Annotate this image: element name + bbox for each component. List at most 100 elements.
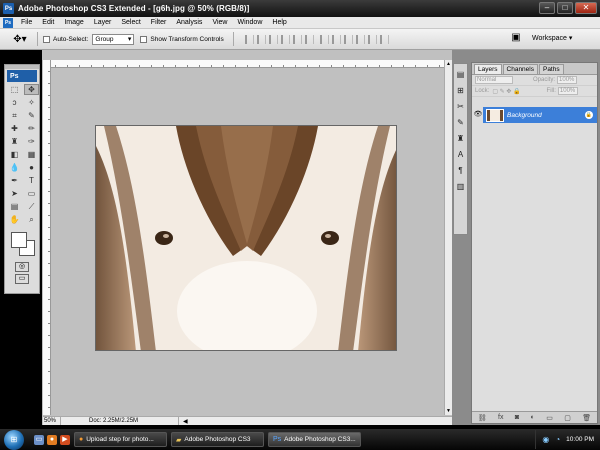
maximize-button[interactable]: □ (557, 2, 573, 14)
menu-file[interactable]: File (16, 19, 37, 26)
layer-mask-icon[interactable]: ◙ (515, 414, 519, 421)
taskbar-item-folder[interactable]: ▰ Adobe Photoshop CS3 (171, 432, 264, 447)
navigator-icon[interactable]: ▤ (455, 69, 466, 80)
move-tool-icon[interactable]: ✥ (24, 84, 39, 95)
opacity-field[interactable]: 100% (557, 76, 578, 84)
align-left-icon[interactable] (280, 34, 290, 44)
workspace-button[interactable]: Workspace ▾ (532, 34, 572, 42)
pen-tool-icon[interactable]: ✒ (7, 175, 22, 186)
lock-icons[interactable]: ▢ ✎ ✥ 🔒 (492, 88, 520, 95)
tab-paths[interactable]: Paths (538, 64, 564, 74)
align-right-icon[interactable] (304, 34, 314, 44)
panel-grip[interactable] (5, 65, 39, 69)
menu-image[interactable]: Image (59, 19, 88, 26)
show-transform-checkbox[interactable] (140, 35, 148, 43)
new-group-icon[interactable]: ▭ (546, 414, 553, 422)
crop-tool-icon[interactable]: ⌗ (7, 110, 22, 121)
tool-presets-icon[interactable]: ✎ (455, 117, 466, 128)
menu-window[interactable]: Window (232, 19, 267, 26)
taskbar-item-photoshop[interactable]: Ps Adobe Photoshop CS3... (268, 432, 361, 447)
scroll-left-icon[interactable]: ◀ (183, 418, 188, 425)
clone-stamp-icon[interactable]: ♜ (7, 136, 22, 147)
type-tool-icon[interactable]: T (24, 175, 39, 186)
scroll-up-icon[interactable]: ▲ (445, 60, 452, 68)
move-tool-preset-icon[interactable]: ✥▾ (8, 31, 32, 47)
menu-help[interactable]: Help (267, 19, 291, 26)
distribute-top-icon[interactable] (319, 34, 329, 44)
eraser-tool-icon[interactable]: ◧ (7, 149, 22, 160)
layer-comps-icon[interactable]: ▥ (455, 181, 466, 192)
taskbar-item-browser[interactable]: ● Upload step for photo... (74, 432, 167, 447)
minimize-button[interactable]: – (539, 2, 555, 14)
menu-layer[interactable]: Layer (89, 19, 117, 26)
foreground-color-swatch[interactable] (11, 232, 27, 248)
clock[interactable]: 10:00 PM (566, 436, 594, 443)
lasso-tool-icon[interactable]: ↄ (7, 97, 22, 108)
tab-channels[interactable]: Channels (502, 64, 538, 74)
layer-row-background[interactable]: 👁 Background 🔒 (473, 107, 597, 123)
align-bottom-icon[interactable] (268, 34, 278, 44)
hand-tool-icon[interactable]: ✋ (7, 214, 22, 225)
align-top-icon[interactable] (244, 34, 254, 44)
media-icon[interactable]: ▶ (60, 434, 70, 445)
auto-select-dropdown[interactable]: Group (92, 33, 135, 45)
zoom-level-field[interactable]: 50% (43, 417, 61, 425)
firefox-icon[interactable]: ● (47, 434, 57, 445)
left-ruler[interactable] (43, 60, 51, 415)
show-desktop-icon[interactable]: ▭ (34, 434, 44, 445)
paragraph-icon[interactable]: ¶ (455, 165, 466, 176)
document-image[interactable] (95, 125, 397, 351)
notes-tool-icon[interactable]: ▤ (7, 201, 22, 212)
path-selection-icon[interactable]: ➤ (7, 188, 22, 199)
tab-layers[interactable]: Layers (474, 64, 502, 74)
volume-icon[interactable]: ◔ (555, 435, 560, 444)
zoom-tool-icon[interactable]: ⌕ (24, 214, 39, 225)
magic-wand-tool-icon[interactable]: ✧ (24, 97, 39, 108)
menu-view[interactable]: View (207, 19, 232, 26)
menu-edit[interactable]: Edit (37, 19, 59, 26)
screen-mode-icon[interactable]: ▭ (15, 274, 29, 284)
align-hcenter-icon[interactable] (292, 34, 302, 44)
document-size-info[interactable]: Doc: 2.25M/2.25M (89, 417, 179, 425)
menu-analysis[interactable]: Analysis (171, 19, 207, 26)
bridge-icon[interactable]: ▣ (508, 32, 524, 46)
eyedropper-tool-icon[interactable]: ⟋ (24, 201, 39, 212)
distribute-hcenter-icon[interactable] (367, 34, 377, 44)
quick-mask-icon[interactable]: ◎ (15, 262, 29, 272)
vertical-scrollbar[interactable]: ▲ ▼ (444, 60, 452, 415)
menu-filter[interactable]: Filter (146, 19, 172, 26)
history-brush-icon[interactable]: ✑ (24, 136, 39, 147)
healing-brush-icon[interactable]: ✚ (7, 123, 22, 134)
distribute-vcenter-icon[interactable] (331, 34, 341, 44)
gradient-tool-icon[interactable]: ▦ (24, 149, 39, 160)
top-ruler[interactable] (43, 60, 444, 68)
visibility-eye-icon[interactable]: 👁 (473, 107, 483, 123)
dodge-tool-icon[interactable]: ● (24, 162, 39, 173)
scroll-down-icon[interactable]: ▼ (445, 407, 452, 415)
distribute-bottom-icon[interactable] (343, 34, 353, 44)
blur-tool-icon[interactable]: 💧 (7, 162, 22, 173)
brush-tool-icon[interactable]: ✏ (24, 123, 39, 134)
start-button[interactable]: ⊞ (4, 429, 24, 450)
distribute-left-icon[interactable] (355, 34, 365, 44)
shape-tool-icon[interactable]: ▭ (24, 188, 39, 199)
distribute-right-icon[interactable] (379, 34, 389, 44)
marquee-tool-icon[interactable]: ⬚ (7, 84, 22, 95)
menu-select[interactable]: Select (116, 19, 145, 26)
close-button[interactable]: ✕ (575, 2, 597, 14)
align-vcenter-icon[interactable] (256, 34, 266, 44)
network-icon[interactable]: ◉ (542, 435, 549, 444)
fill-field[interactable]: 100% (557, 87, 578, 95)
new-layer-icon[interactable]: ▢ (564, 414, 571, 422)
adjustment-layer-icon[interactable]: ◐ (531, 414, 535, 421)
layer-style-icon[interactable]: fx (498, 414, 503, 421)
link-layers-icon[interactable]: ⛓ (478, 414, 487, 422)
character-icon[interactable]: A (455, 149, 466, 160)
slice-tool-icon[interactable]: ✎ (24, 110, 39, 121)
document-icon[interactable]: Ps (3, 17, 13, 28)
info-icon[interactable]: ⊞ (455, 85, 466, 96)
delete-layer-icon[interactable]: 🗑 (582, 414, 591, 422)
clone-source-icon[interactable]: ♜ (455, 133, 466, 144)
blend-mode-dropdown[interactable]: Normal (475, 76, 513, 84)
brushes-icon[interactable]: ✂ (455, 101, 466, 112)
